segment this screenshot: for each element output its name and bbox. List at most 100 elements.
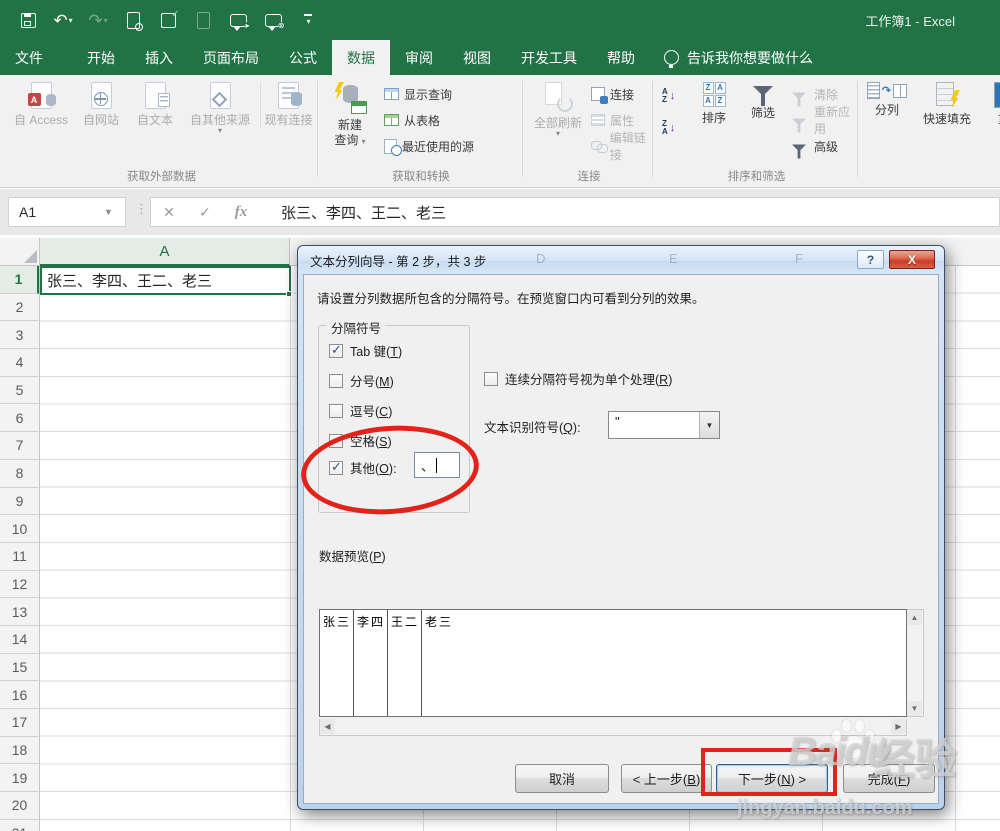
row-header-15[interactable]: 15 bbox=[0, 654, 39, 682]
data-preview-label: 数据预览(P) bbox=[319, 546, 386, 565]
faint-column-d: D bbox=[536, 251, 545, 266]
row-header-6[interactable]: 6 bbox=[0, 404, 39, 432]
from-web-button[interactable]: 自网站 bbox=[74, 82, 128, 128]
formula-bar-row: A1 ▼ ⋮ ✕ ✓ fx 张三、李四、王二、老三 bbox=[0, 189, 1000, 235]
tab-help[interactable]: 帮助 bbox=[592, 40, 650, 75]
sort-button[interactable]: ZAAZ 排序 bbox=[691, 82, 737, 126]
dialog-body: 请设置分列数据所包含的分隔符号。在预览窗口内可看到分列的效果。 分隔符号 Tab… bbox=[303, 274, 939, 804]
row-header-18[interactable]: 18 bbox=[0, 737, 39, 765]
checkbox-tab[interactable]: Tab 键(T) bbox=[329, 341, 402, 360]
preview-horizontal-scrollbar[interactable]: ◀ ▶ bbox=[319, 719, 907, 736]
print-check-icon[interactable]: ✓ bbox=[156, 7, 180, 33]
from-access-button[interactable]: A 自 Access bbox=[10, 82, 72, 128]
checkbox-semicolon[interactable]: 分号(M) bbox=[329, 371, 394, 390]
tab-formulas[interactable]: 公式 bbox=[274, 40, 332, 75]
sort-ascending-icon[interactable]: AZ↓ bbox=[662, 85, 675, 107]
scroll-down-icon[interactable]: ▼ bbox=[907, 701, 922, 716]
checkbox-semicolon-box[interactable] bbox=[329, 374, 343, 388]
row-header-14[interactable]: 14 bbox=[0, 626, 39, 654]
data-preview-table[interactable]: 张三 李四 王二 老三 bbox=[319, 609, 907, 717]
remove-duplicates-button[interactable]: 重 bbox=[984, 82, 1000, 127]
dialog-help-button[interactable]: ? bbox=[857, 250, 884, 269]
save-icon[interactable] bbox=[16, 7, 40, 33]
tab-developer[interactable]: 开发工具 bbox=[506, 40, 592, 75]
row-header-8[interactable]: 8 bbox=[0, 460, 39, 488]
row-header-10[interactable]: 10 bbox=[0, 515, 39, 543]
row-header-19[interactable]: 19 bbox=[0, 764, 39, 792]
cell-a1[interactable]: 张三、李四、王二、老三 bbox=[40, 266, 291, 295]
row-header-16[interactable]: 16 bbox=[0, 681, 39, 709]
sort-descending-icon[interactable]: ZA↓ bbox=[662, 117, 675, 139]
row-header-13[interactable]: 13 bbox=[0, 598, 39, 626]
connections-button[interactable]: 连接 bbox=[591, 83, 634, 105]
select-all-corner[interactable] bbox=[0, 238, 40, 266]
checkbox-treat-consecutive[interactable]: 连续分隔符号视为单个处理(R) bbox=[484, 369, 672, 388]
print-preview-icon[interactable] bbox=[121, 7, 145, 33]
from-table-button[interactable]: 从表格 bbox=[384, 109, 440, 131]
checkbox-treat-consecutive-box[interactable] bbox=[484, 372, 498, 386]
row-header-3[interactable]: 3 bbox=[0, 321, 39, 349]
checkbox-tab-box[interactable] bbox=[329, 344, 343, 358]
enter-icon[interactable]: ✓ bbox=[187, 204, 223, 221]
filter-button[interactable]: 筛选 bbox=[741, 82, 785, 121]
cancel-icon[interactable]: ✕ bbox=[151, 204, 187, 221]
tab-insert[interactable]: 插入 bbox=[130, 40, 188, 75]
cancel-button[interactable]: 取消 bbox=[515, 764, 609, 793]
from-other-sources-button[interactable]: 自其他来源 ▾ bbox=[182, 82, 258, 134]
advanced-filter-button[interactable]: 高级 bbox=[789, 135, 838, 157]
text-to-columns-button[interactable]: ↷ 分列 bbox=[864, 82, 910, 118]
finish-button[interactable]: 完成(F) bbox=[843, 764, 935, 793]
preview-vertical-scrollbar[interactable]: ▲ ▼ bbox=[907, 609, 924, 717]
new-query-icon bbox=[333, 82, 367, 114]
existing-connections-button[interactable]: 现有连接 bbox=[260, 82, 314, 128]
show-queries-button[interactable]: 显示查询 bbox=[384, 83, 452, 105]
show-queries-icon bbox=[384, 88, 399, 100]
combobox-dropdown-icon[interactable]: ▼ bbox=[699, 412, 719, 438]
dialog-close-button[interactable]: X bbox=[889, 250, 935, 269]
fill-handle[interactable] bbox=[286, 291, 292, 297]
dialog-title: 文本分列向导 - 第 2 步，共 3 步 bbox=[310, 251, 486, 270]
preview-cell: 老三 bbox=[422, 610, 906, 716]
flash-fill-button[interactable]: 快速填充 bbox=[914, 82, 980, 127]
row-header-21[interactable]: 21 bbox=[0, 820, 39, 831]
row-header-5[interactable]: 5 bbox=[0, 377, 39, 405]
from-text-button[interactable]: 自文本 bbox=[128, 82, 182, 128]
row-header-1[interactable]: 1 bbox=[0, 266, 39, 294]
tab-home[interactable]: 开始 bbox=[72, 40, 130, 75]
row-header-9[interactable]: 9 bbox=[0, 488, 39, 516]
comment-delete-icon[interactable]: ⊗ bbox=[261, 7, 285, 33]
insert-function-icon[interactable]: fx bbox=[223, 204, 259, 221]
row-header-7[interactable]: 7 bbox=[0, 432, 39, 460]
name-box-dropdown-icon[interactable]: ▼ bbox=[104, 207, 113, 217]
scroll-up-icon[interactable]: ▲ bbox=[907, 610, 922, 625]
tell-me-box[interactable]: 告诉我你想要做什么 bbox=[650, 40, 827, 75]
tab-data[interactable]: 数据 bbox=[332, 40, 390, 75]
checkbox-comma-box[interactable] bbox=[329, 404, 343, 418]
row-header-11[interactable]: 11 bbox=[0, 543, 39, 571]
formula-bar-grip[interactable]: ⋮ bbox=[135, 201, 148, 217]
scroll-right-icon[interactable]: ▶ bbox=[891, 719, 906, 734]
row-header-2[interactable]: 2 bbox=[0, 294, 39, 322]
tab-view[interactable]: 视图 bbox=[448, 40, 506, 75]
row-header-4[interactable]: 4 bbox=[0, 349, 39, 377]
redo-icon[interactable]: ↷▾ bbox=[86, 7, 110, 33]
refresh-all-button[interactable]: 全部刷新 ▾ bbox=[529, 82, 587, 137]
tab-review[interactable]: 审阅 bbox=[390, 40, 448, 75]
checkbox-comma[interactable]: 逗号(C) bbox=[329, 401, 392, 420]
row-header-12[interactable]: 12 bbox=[0, 571, 39, 599]
dialog-titlebar[interactable]: 文本分列向导 - 第 2 步，共 3 步 D E F G bbox=[298, 246, 944, 274]
tab-file[interactable]: 文件 bbox=[0, 40, 58, 75]
comment-show-icon[interactable]: ▸ bbox=[226, 7, 250, 33]
new-query-button[interactable]: 新建查询 ▾ bbox=[324, 82, 376, 148]
customize-qat-icon[interactable]: ▾ bbox=[296, 7, 320, 33]
column-header-a[interactable]: A bbox=[40, 238, 290, 266]
scroll-left-icon[interactable]: ◀ bbox=[320, 719, 335, 734]
undo-icon[interactable]: ↶▾ bbox=[51, 7, 75, 33]
recent-sources-button[interactable]: 最近使用的源 bbox=[384, 135, 474, 157]
tab-page-layout[interactable]: 页面布局 bbox=[188, 40, 274, 75]
text-qualifier-combobox[interactable]: " ▼ bbox=[608, 411, 720, 439]
formula-field[interactable]: ✕ ✓ fx 张三、李四、王二、老三 bbox=[150, 197, 1000, 227]
back-button[interactable]: < 上一步(B) bbox=[621, 764, 712, 793]
row-header-17[interactable]: 17 bbox=[0, 709, 39, 737]
row-header-20[interactable]: 20 bbox=[0, 792, 39, 820]
